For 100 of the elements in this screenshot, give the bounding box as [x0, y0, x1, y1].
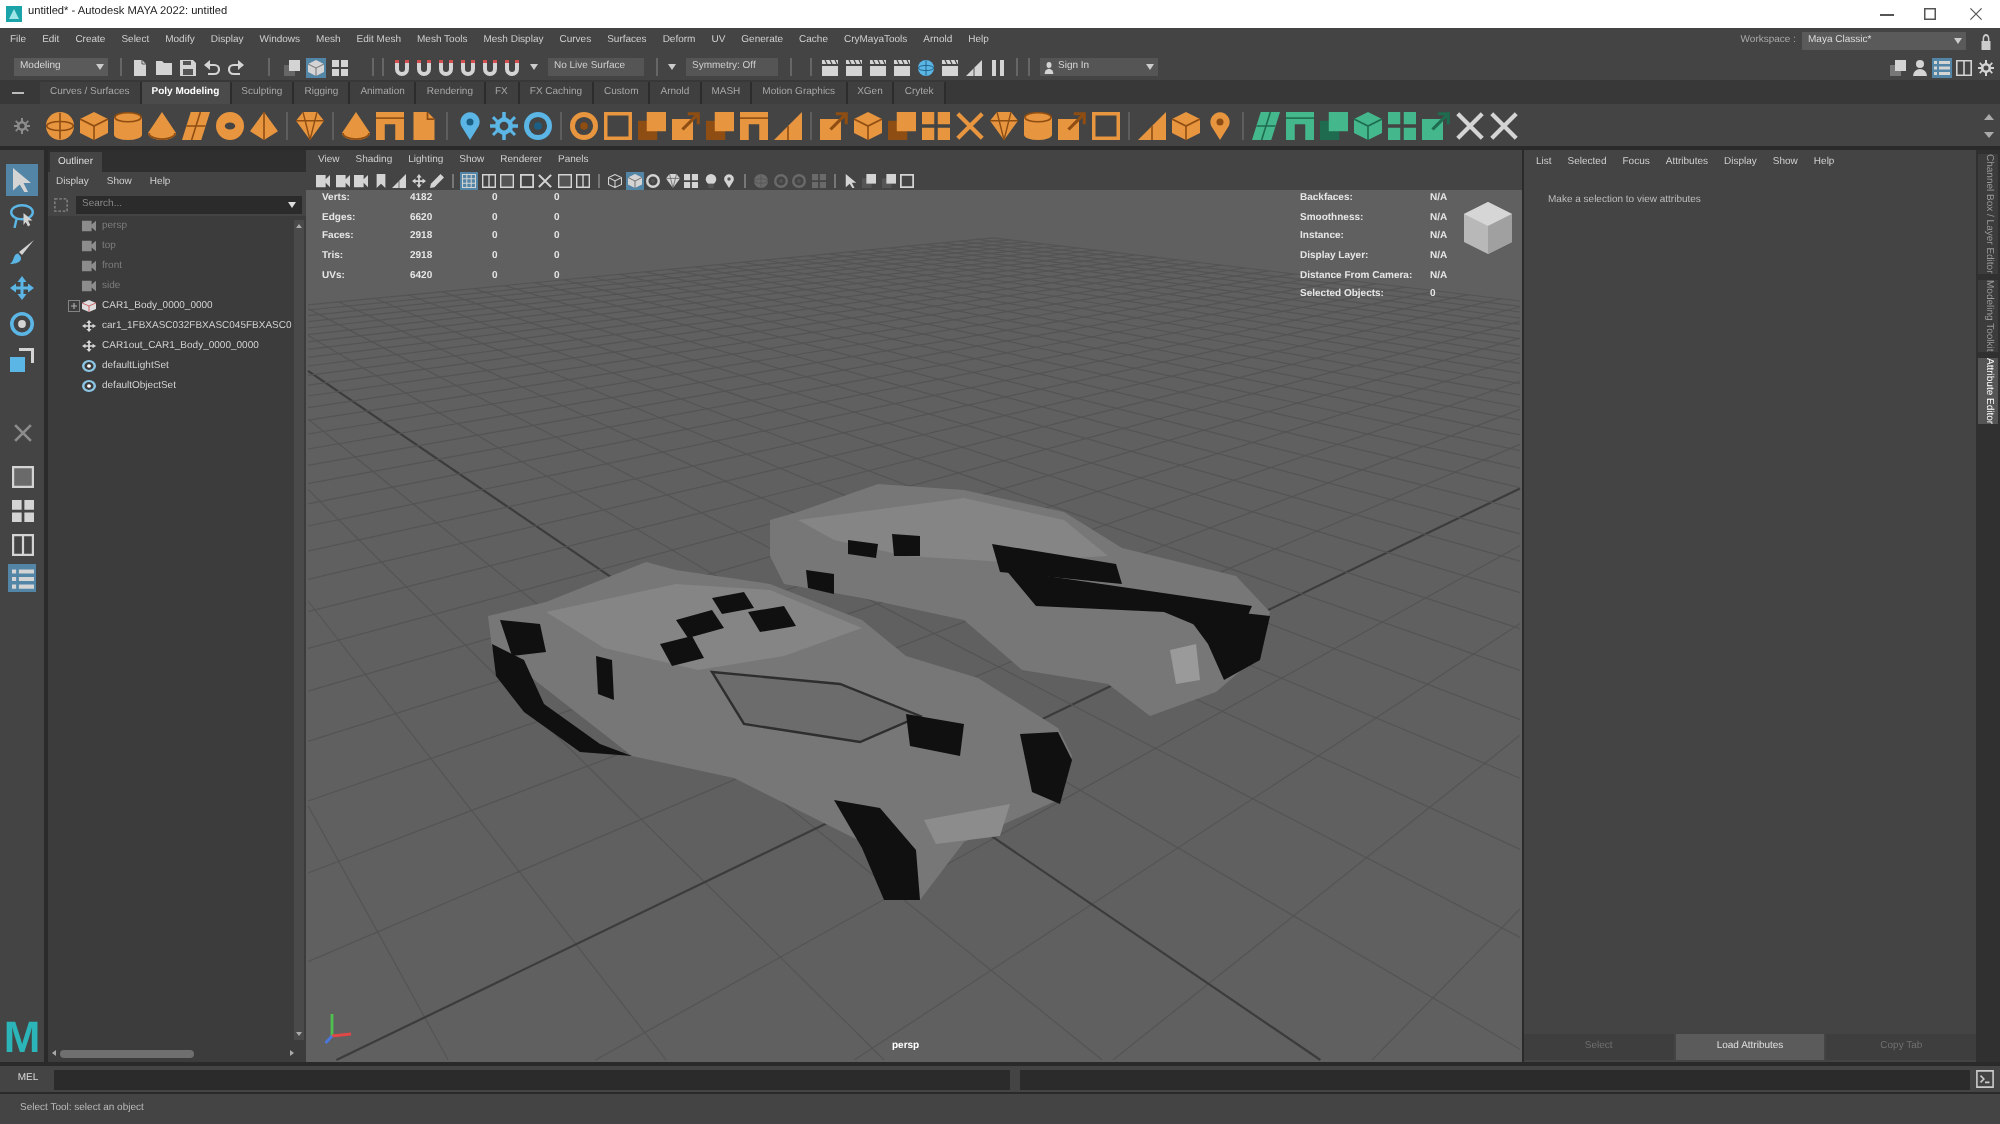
folder-icon[interactable] — [156, 59, 172, 75]
single-pane-icon[interactable] — [498, 171, 516, 189]
cylinder-icon[interactable] — [114, 111, 142, 139]
single-pane-icon[interactable] — [8, 462, 36, 490]
stacked-squares-icon[interactable] — [879, 171, 897, 189]
cube-icon[interactable] — [1172, 111, 1200, 139]
camera-icon[interactable] — [314, 171, 332, 189]
move-icon[interactable] — [409, 171, 427, 189]
cylinder-icon[interactable] — [1024, 111, 1052, 139]
wedge-icon[interactable] — [966, 59, 982, 75]
square-outline-icon[interactable] — [898, 171, 916, 189]
gem-icon[interactable] — [663, 171, 681, 189]
clapperboard-icon[interactable] — [870, 59, 886, 75]
two-pane-icon[interactable] — [574, 171, 592, 189]
terminal-icon[interactable] — [1976, 1070, 1994, 1088]
horizontal-scrollbar[interactable] — [48, 1044, 306, 1062]
undo-icon[interactable] — [204, 59, 220, 75]
pyramid-icon[interactable] — [250, 111, 278, 139]
square-outline-icon[interactable] — [517, 171, 535, 189]
cube-icon[interactable] — [1354, 111, 1382, 139]
magnet-icon[interactable] — [416, 59, 432, 75]
gear-icon[interactable] — [14, 117, 30, 133]
pause-icon[interactable] — [990, 59, 1006, 75]
caret-icon[interactable] — [288, 201, 296, 207]
magnet-icon[interactable] — [394, 59, 410, 75]
bridge-icon[interactable] — [740, 111, 768, 139]
cone-icon[interactable] — [342, 111, 370, 139]
two-pane-icon[interactable] — [8, 530, 36, 558]
sphere-icon[interactable] — [918, 59, 934, 75]
map-pin-icon[interactable] — [456, 111, 484, 139]
bridge-icon[interactable] — [376, 111, 404, 139]
scrollbar-thumb[interactable] — [60, 1049, 194, 1057]
ring-icon[interactable] — [524, 111, 552, 139]
rotate-icon[interactable] — [6, 308, 38, 340]
maximize-icon[interactable] — [1924, 8, 1936, 20]
document-icon[interactable] — [132, 59, 148, 75]
two-pane-icon[interactable] — [1954, 57, 1974, 77]
sphere-icon[interactable] — [46, 111, 74, 139]
box-arrow-icon[interactable] — [672, 111, 700, 139]
box-arrow-icon[interactable] — [1422, 111, 1450, 139]
document-icon[interactable] — [410, 111, 438, 139]
select-cursor-icon[interactable] — [841, 171, 859, 189]
magnet-icon[interactable] — [482, 59, 498, 75]
caret-icon[interactable] — [290, 1050, 294, 1056]
minimize-icon[interactable] — [1880, 13, 1894, 15]
ring-icon[interactable] — [570, 111, 598, 139]
person-icon[interactable] — [1910, 57, 1930, 77]
command-input[interactable] — [54, 1069, 1010, 1089]
redo-icon[interactable] — [228, 59, 244, 75]
wireframe-cube-icon[interactable] — [606, 171, 624, 189]
two-pane-icon[interactable] — [479, 171, 497, 189]
scale-icon[interactable] — [6, 344, 38, 376]
four-squares-icon[interactable] — [922, 111, 950, 139]
bridge-icon[interactable] — [1286, 111, 1314, 139]
camera-icon[interactable] — [333, 171, 351, 189]
map-pin-icon[interactable] — [1206, 111, 1234, 139]
map-pin-icon[interactable] — [720, 171, 738, 189]
square-outline-icon[interactable] — [1092, 111, 1120, 139]
square-outline-icon[interactable] — [604, 111, 632, 139]
wedge-icon[interactable] — [774, 111, 802, 139]
stacked-squares-icon[interactable] — [638, 111, 666, 139]
caret-icon[interactable] — [530, 64, 538, 70]
lasso-icon[interactable] — [6, 200, 38, 232]
close-icon[interactable] — [1970, 8, 1982, 20]
wedge-icon[interactable] — [390, 171, 408, 189]
torus-icon[interactable] — [216, 111, 244, 139]
caret-icon[interactable] — [52, 1050, 56, 1056]
magnet-icon[interactable] — [438, 59, 454, 75]
four-squares-icon[interactable] — [1388, 111, 1416, 139]
cube-icon[interactable] — [306, 57, 326, 77]
wedge-icon[interactable] — [1138, 111, 1166, 139]
lock-icon[interactable] — [1980, 33, 1992, 49]
clapperboard-icon[interactable] — [822, 59, 838, 75]
gear-icon[interactable] — [1976, 57, 1996, 77]
gem-icon[interactable] — [990, 111, 1018, 139]
paint-brush-icon[interactable] — [6, 236, 38, 268]
four-squares-icon[interactable] — [682, 171, 700, 189]
cone-icon[interactable] — [148, 111, 176, 139]
clapperboard-icon[interactable] — [894, 59, 910, 75]
clapperboard-icon[interactable] — [942, 59, 958, 75]
four-squares-icon[interactable] — [8, 496, 36, 524]
cross-icon[interactable] — [13, 424, 31, 442]
stacked-squares-icon[interactable] — [888, 111, 916, 139]
gear-icon[interactable] — [490, 111, 518, 139]
expand-icon[interactable] — [68, 300, 80, 312]
clapperboard-icon[interactable] — [846, 59, 862, 75]
light-bulb-icon[interactable] — [701, 171, 719, 189]
stacked-squares-icon[interactable] — [1888, 57, 1908, 77]
grid-icon[interactable] — [460, 171, 478, 189]
box-arrow-icon[interactable] — [820, 111, 848, 139]
stacked-squares-icon[interactable] — [860, 171, 878, 189]
cross-icon[interactable] — [956, 111, 984, 139]
list-icon[interactable] — [1932, 57, 1952, 77]
cube-icon[interactable] — [80, 111, 108, 139]
gem-icon[interactable] — [296, 111, 324, 139]
magnet-icon[interactable] — [504, 59, 520, 75]
magnet-icon[interactable] — [460, 59, 476, 75]
stacked-squares-icon[interactable] — [1320, 111, 1348, 139]
single-pane-icon[interactable] — [555, 171, 573, 189]
stacked-squares-icon[interactable] — [706, 111, 734, 139]
